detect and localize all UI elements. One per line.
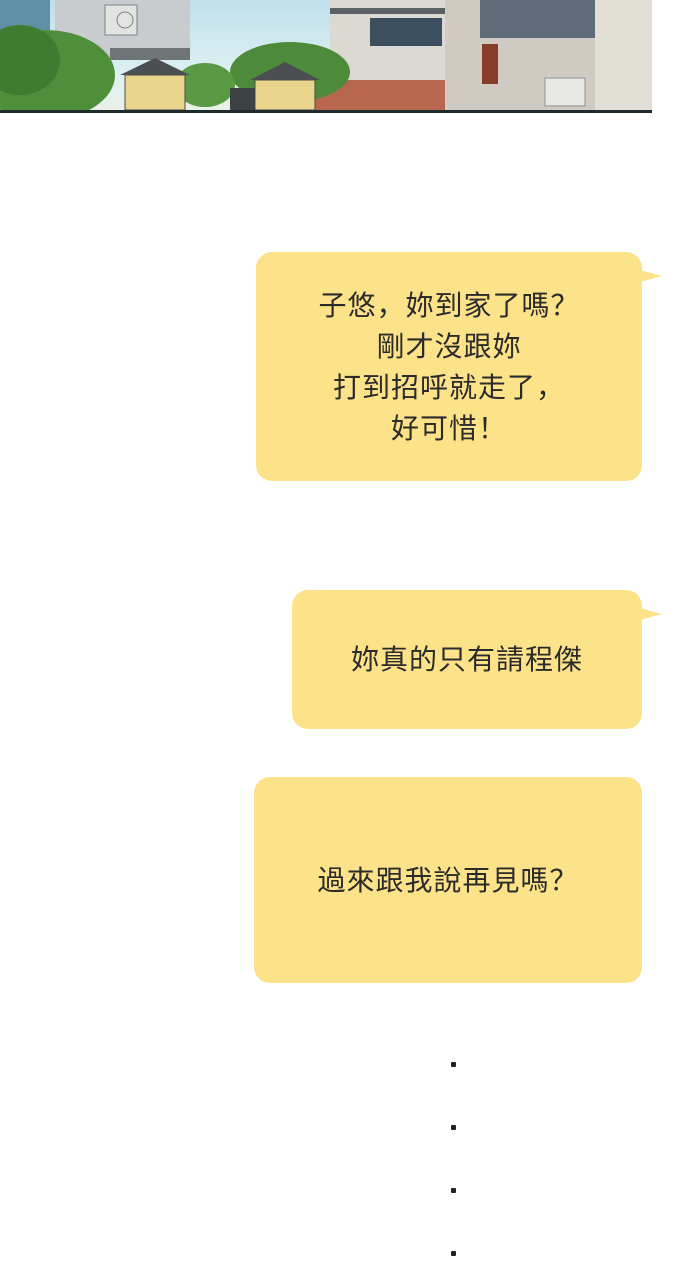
center-trim: [330, 8, 445, 14]
ellipsis-dot: [451, 1125, 456, 1130]
railing: [110, 48, 190, 60]
center-window: [370, 18, 442, 46]
ellipsis-dot: [451, 1188, 456, 1193]
message-text-1: 子悠，妳到家了嗎？ 剛才沒跟妳 打到招呼就走了， 好可惜！: [318, 285, 579, 449]
far-right-building: [595, 0, 652, 110]
right-roof: [480, 0, 595, 38]
street-illustration: [0, 0, 652, 110]
message-bubble-2: 妳真的只有請程傑: [292, 590, 642, 729]
street-post: [230, 88, 255, 110]
message-1-line-3: 打到招呼就走了，: [332, 370, 565, 404]
message-3-line-1: 過來跟我說再見嗎？: [317, 863, 579, 897]
message-1-line-2: 剛才沒跟妳: [376, 329, 522, 363]
ellipsis-dot: [451, 1251, 456, 1256]
message-1-line-4: 好可惜！: [390, 411, 507, 445]
message-1-line-1: 子悠，妳到家了嗎？: [318, 288, 580, 322]
message-2-line-1: 妳真的只有請程傑: [350, 643, 583, 676]
lamp-booth-left: [124, 74, 186, 110]
street-scene-panel: [0, 0, 652, 113]
bubble-tail-1: [640, 270, 662, 282]
bubble-tail-2: [640, 608, 662, 620]
message-bubble-1: 子悠，妳到家了嗎？ 剛才沒跟妳 打到招呼就走了， 好可惜！: [256, 252, 642, 481]
lamp-booth-right: [254, 79, 316, 110]
right-door: [482, 44, 498, 84]
right-ac-unit: [544, 77, 586, 107]
lamp-booth-left-roof: [120, 58, 190, 75]
ellipsis-dot: [451, 1062, 456, 1067]
air-conditioner: [104, 4, 138, 36]
message-bubble-3: 過來跟我說再見嗎？: [254, 777, 642, 983]
